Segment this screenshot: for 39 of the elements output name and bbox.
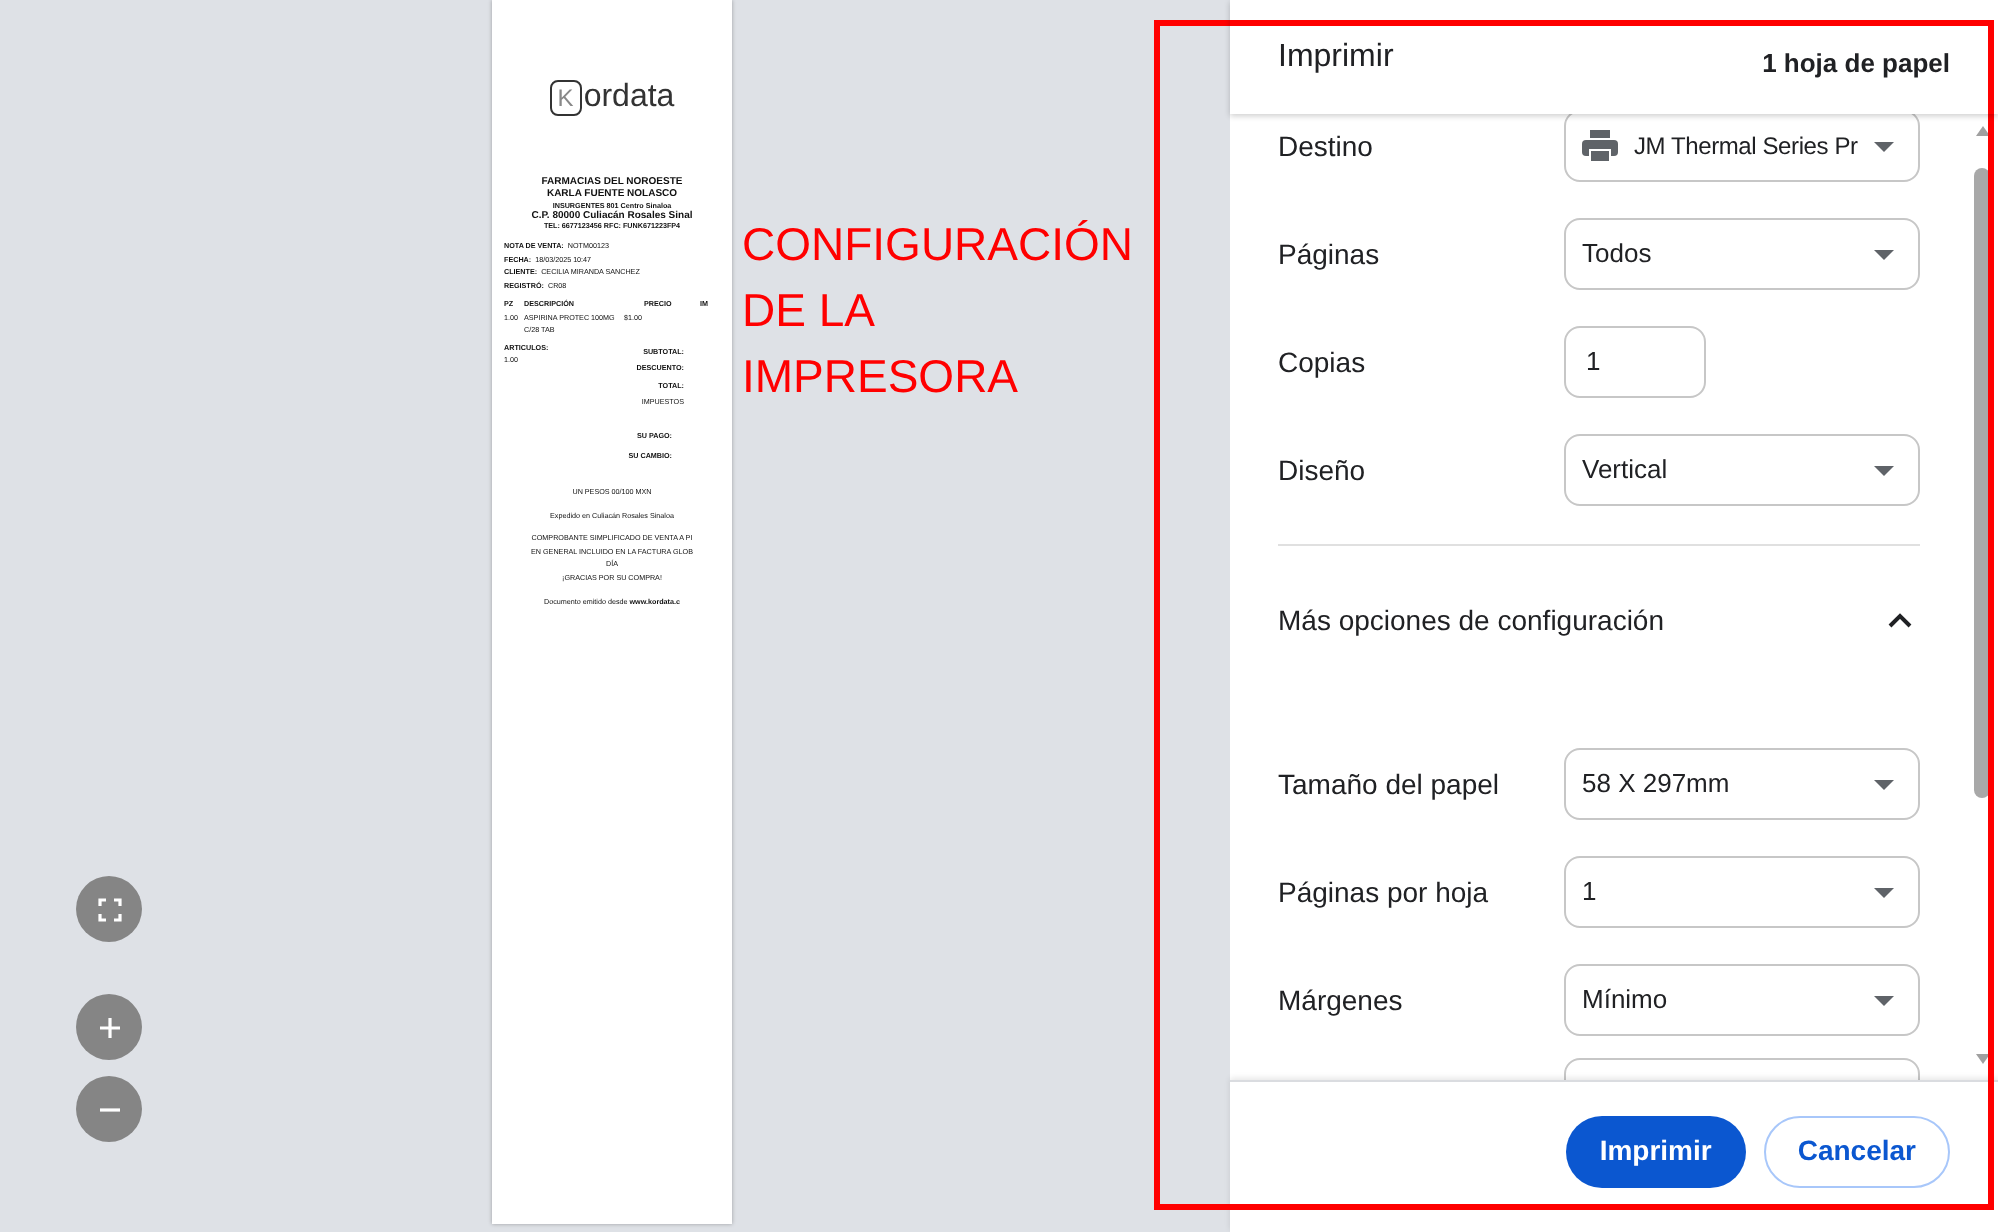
annotation-text: CONFIGURACIÓN bbox=[742, 216, 1133, 274]
print-button[interactable]: Imprimir bbox=[1565, 1115, 1746, 1187]
sheet-count: 1 hoja de papel bbox=[1762, 45, 1950, 82]
logo-mark: K bbox=[549, 80, 582, 116]
select-field[interactable]: 58 X 297mm bbox=[1564, 748, 1920, 820]
chevron-up-icon bbox=[1888, 612, 1912, 628]
plus-icon bbox=[97, 1015, 121, 1039]
annotation-text: DE LA bbox=[742, 282, 877, 340]
setting-label: Páginas bbox=[1278, 235, 1382, 274]
scroll-up-arrow-icon[interactable] bbox=[1975, 126, 1989, 136]
dropdown-caret-icon bbox=[1874, 887, 1894, 897]
dropdown-caret-icon bbox=[1874, 249, 1894, 259]
select-field[interactable]: 1 bbox=[1564, 856, 1920, 928]
setting-label: Copias bbox=[1278, 343, 1368, 382]
scroll-down-arrow-icon[interactable] bbox=[1975, 1054, 1989, 1064]
select-field[interactable]: Todos bbox=[1564, 218, 1920, 290]
select-field[interactable]: Vertical bbox=[1564, 434, 1920, 506]
dropdown-caret-icon bbox=[1874, 779, 1894, 789]
logo-text: ordata bbox=[583, 82, 675, 114]
printer-icon bbox=[1582, 130, 1618, 162]
setting-label: Tamaño del papel bbox=[1278, 765, 1502, 804]
dropdown-caret-icon bbox=[1874, 465, 1894, 475]
setting-label: Destino bbox=[1278, 127, 1375, 165]
setting-label: Márgenes bbox=[1278, 981, 1405, 1020]
setting-label: Diseño bbox=[1278, 451, 1368, 489]
select-field[interactable]: Mínimo bbox=[1564, 964, 1920, 1036]
more-options-toggle[interactable]: Más opciones de configuración bbox=[1278, 546, 1920, 694]
zoom-in-button[interactable] bbox=[76, 994, 142, 1060]
annotation-text: IMPRESORA bbox=[742, 348, 1021, 406]
cancel-button[interactable]: Cancelar bbox=[1763, 1115, 1950, 1187]
dropdown-caret-icon bbox=[1874, 141, 1894, 151]
dropdown-caret-icon bbox=[1874, 995, 1894, 1005]
fit-page-button[interactable] bbox=[76, 876, 142, 942]
select-field[interactable]: JM Thermal Series Pr bbox=[1564, 114, 1920, 182]
setting-label: Páginas por hoja bbox=[1278, 873, 1491, 912]
zoom-out-button[interactable] bbox=[76, 1076, 142, 1142]
fullscreen-icon bbox=[97, 897, 121, 921]
copies-input-field[interactable]: 1 bbox=[1564, 326, 1706, 398]
dialog-title: Imprimir bbox=[1278, 38, 1394, 78]
